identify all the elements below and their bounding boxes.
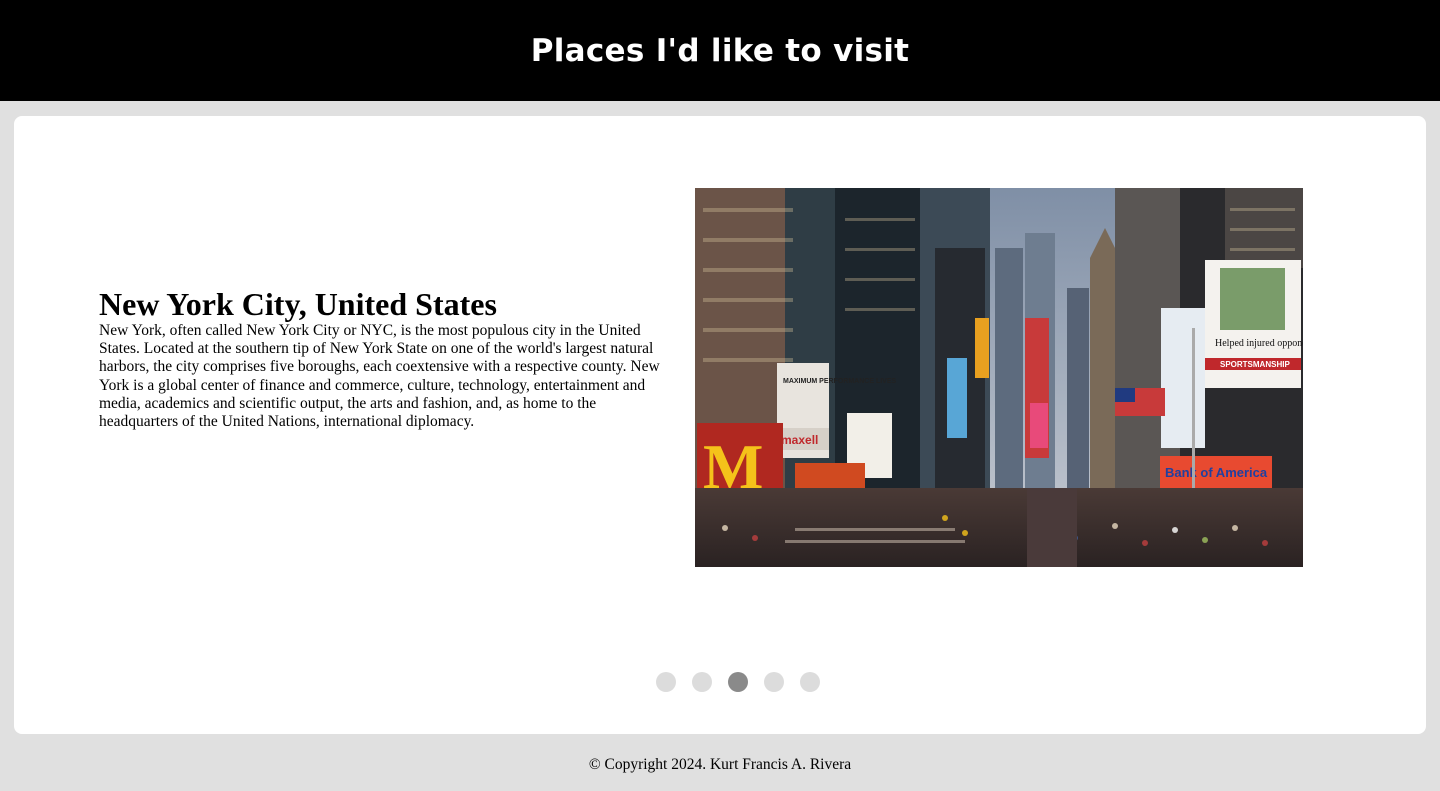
sign-bank: Bank of America	[1165, 465, 1268, 480]
slide-text: New York City, United States New York, o…	[99, 286, 679, 431]
carousel-dot-4[interactable]	[764, 672, 784, 692]
carousel-dot-3[interactable]	[728, 672, 748, 692]
times-square-photo: MAXIMUM PERFORMANCE LIVES maxell Helped …	[695, 188, 1303, 567]
carousel-dot-1[interactable]	[656, 672, 676, 692]
billboard-helped: Helped injured opponent win.	[1215, 338, 1303, 349]
carousel-card: New York City, United States New York, o…	[14, 116, 1426, 734]
copyright-text: © Copyright 2024. Kurt Francis A. Rivera	[588, 756, 852, 773]
carousel-dot-5[interactable]	[800, 672, 820, 692]
site-footer: © Copyright 2024. Kurt Francis A. Rivera	[0, 756, 1440, 774]
slide-description: New York, often called New York City or …	[99, 322, 660, 431]
carousel-dots	[656, 672, 820, 692]
slide-title: New York City, United States	[99, 286, 497, 322]
billboard-maxell: maxell	[781, 433, 818, 447]
billboard-sportsmanship: SPORTSMANSHIP	[1220, 360, 1290, 369]
billboard-maximum: MAXIMUM PERFORMANCE LIVES	[783, 378, 897, 385]
site-header: Places I'd like to visit	[0, 0, 1440, 101]
carousel-dot-2[interactable]	[692, 672, 712, 692]
site-title: Places I'd like to visit	[530, 32, 910, 69]
slide-image: MAXIMUM PERFORMANCE LIVES maxell Helped …	[695, 188, 1303, 567]
